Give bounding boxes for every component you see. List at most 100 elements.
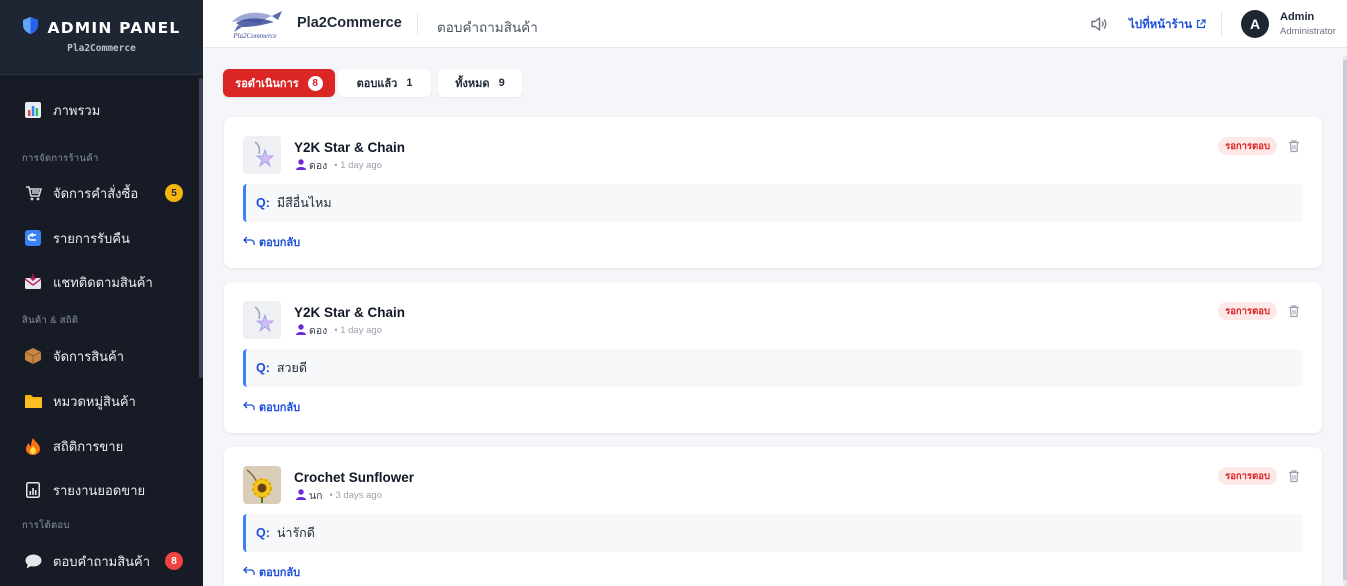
- tab-count-badge: 8: [307, 75, 323, 91]
- folder-icon: [24, 392, 42, 410]
- sidebar-item-tracking-chat[interactable]: แชทติดตามสินค้า: [0, 265, 203, 299]
- sidebar-item-label: สถิติการขาย: [53, 438, 124, 454]
- question-card: Y2K Star & Chain ดอง • 1 day ago รอการตอ…: [224, 117, 1322, 268]
- question-text: น่ารักดี: [276, 526, 315, 540]
- sidebar-item-label: ตอบคำถามสินค้า: [53, 553, 151, 569]
- tab-answered[interactable]: ตอบแล้ว 1: [338, 69, 431, 97]
- tab-label: ตอบแล้ว: [356, 78, 398, 90]
- sidebar-item-label: รายงานยอดขาย: [53, 482, 146, 498]
- status-badge: รอการตอบ: [1218, 137, 1277, 155]
- question-card: Y2K Star & Chain ดอง • 1 day ago รอการตอ…: [224, 282, 1322, 433]
- sidebar-brand: ADMIN PANEL Pla2Commerce: [0, 0, 203, 75]
- product-thumbnail[interactable]: [243, 466, 281, 504]
- avatar[interactable]: A: [1241, 10, 1269, 38]
- tab-pending[interactable]: รอดำเนินการ 8: [223, 69, 335, 97]
- sidebar-item-label: รายการรับคืน: [53, 230, 130, 246]
- bar-chart-icon: [24, 101, 42, 119]
- question-box: Q: สวยดี: [243, 349, 1303, 387]
- trash-icon[interactable]: [1287, 139, 1301, 153]
- sidebar-item-product-questions[interactable]: ตอบคำถามสินค้า 8: [0, 544, 203, 578]
- product-name: Y2K Star & Chain: [294, 305, 406, 320]
- speaker-icon[interactable]: [1089, 14, 1109, 34]
- main-scrollbar-thumb[interactable]: [1343, 60, 1347, 580]
- sidebar-item-label: จัดการคำสั่งซื้อ: [53, 185, 139, 201]
- product-name: Y2K Star & Chain: [294, 140, 406, 155]
- sidebar-item-overview[interactable]: ภาพรวม: [0, 93, 203, 127]
- sidebar-item-sales-report[interactable]: รายงานยอดขาย: [0, 473, 203, 507]
- speech-bubble-icon: [24, 552, 42, 570]
- question-meta: ดอง • 1 day ago: [296, 322, 382, 339]
- reply-label: ตอบกลับ: [259, 402, 301, 414]
- asker-name: ดอง: [309, 160, 328, 172]
- orders-count-badge: 5: [165, 184, 183, 202]
- tab-label: ทั้งหมด: [455, 78, 490, 90]
- product-thumbnail[interactable]: [243, 301, 281, 339]
- product-thumbnail[interactable]: [243, 136, 281, 174]
- external-link-icon: [1196, 18, 1206, 32]
- trash-icon[interactable]: [1287, 304, 1301, 318]
- question-box: Q: มีสีอื่นไหม: [243, 184, 1303, 222]
- product-name: Crochet Sunflower: [294, 470, 415, 485]
- divider: [1221, 11, 1222, 37]
- question-prefix: Q:: [256, 196, 270, 210]
- reply-button[interactable]: ตอบกลับ: [243, 563, 300, 581]
- store-logo[interactable]: Pla2Commerce: [226, 8, 284, 40]
- question-prefix: Q:: [256, 526, 270, 540]
- question-card: Crochet Sunflower นก • 3 days ago รอการต…: [224, 447, 1322, 586]
- status-badge: รอการตอบ: [1218, 467, 1277, 485]
- logo-text: Pla2Commerce: [232, 32, 276, 40]
- tab-count: 1: [406, 77, 413, 89]
- reply-button[interactable]: ตอบกลับ: [243, 398, 300, 416]
- page-title: ตอบคำถามสินค้า: [437, 20, 538, 35]
- question-text: มีสีอื่นไหม: [276, 196, 332, 210]
- store-name: Pla2Commerce: [297, 15, 402, 31]
- reply-arrow-icon: [243, 401, 255, 414]
- sidebar-subtitle: Pla2Commerce: [67, 43, 136, 54]
- user-name: Admin: [1280, 11, 1315, 23]
- sidebar-item-categories[interactable]: หมวดหมู่สินค้า: [0, 384, 203, 418]
- question-text: สวยดี: [276, 361, 307, 375]
- go-to-storefront-link[interactable]: ไปที่หน้าร้าน: [1129, 16, 1206, 34]
- user-icon: [296, 488, 306, 503]
- reply-arrow-icon: [243, 566, 255, 579]
- tab-count: 9: [498, 77, 505, 89]
- question-time: • 3 days ago: [329, 490, 382, 501]
- sidebar-item-products[interactable]: จัดการสินค้า: [0, 339, 203, 373]
- status-badge: รอการตอบ: [1218, 302, 1277, 320]
- question-time: • 1 day ago: [334, 325, 382, 336]
- trash-icon[interactable]: [1287, 469, 1301, 483]
- mail-icon: [24, 273, 42, 291]
- sidebar-item-label: แชทติดตามสินค้า: [53, 274, 153, 290]
- question-prefix: Q:: [256, 361, 270, 375]
- storefront-link-label: ไปที่หน้าร้าน: [1129, 19, 1193, 31]
- reply-label: ตอบกลับ: [259, 567, 301, 579]
- questions-count-badge: 8: [165, 552, 183, 570]
- sidebar-title: ADMIN PANEL: [47, 19, 181, 37]
- shield-icon: [22, 17, 38, 39]
- return-icon: [24, 229, 42, 247]
- sidebar-scrollbar[interactable]: [199, 78, 203, 378]
- sidebar-item-label: ภาพรวม: [53, 102, 101, 118]
- sidebar-item-orders[interactable]: จัดการคำสั่งซื้อ 5: [0, 176, 203, 210]
- question-time: • 1 day ago: [334, 160, 382, 171]
- section-label-products: สินค้า & สถิติ: [22, 315, 79, 326]
- report-icon: [24, 481, 42, 499]
- sidebar-item-label: หมวดหมู่สินค้า: [53, 393, 136, 409]
- sidebar-item-sales-stats[interactable]: สถิติการขาย: [0, 429, 203, 463]
- reply-label: ตอบกลับ: [259, 237, 301, 249]
- sidebar: ADMIN PANEL Pla2Commerce ภาพรวม การจัดกา…: [0, 0, 203, 586]
- fire-icon: [24, 437, 42, 455]
- section-label-interaction: การโต้ตอบ: [22, 520, 70, 531]
- reply-button[interactable]: ตอบกลับ: [243, 233, 300, 251]
- user-icon: [296, 323, 306, 338]
- reply-arrow-icon: [243, 236, 255, 249]
- tab-label: รอดำเนินการ: [235, 78, 299, 90]
- question-box: Q: น่ารักดี: [243, 514, 1303, 552]
- tab-all[interactable]: ทั้งหมด 9: [438, 69, 522, 97]
- package-icon: [24, 347, 42, 365]
- cart-icon: [24, 184, 42, 202]
- asker-name: นก: [309, 490, 323, 502]
- sidebar-item-returns[interactable]: รายการรับคืน: [0, 221, 203, 255]
- asker-name: ดอง: [309, 325, 328, 337]
- sidebar-item-label: จัดการสินค้า: [53, 348, 125, 364]
